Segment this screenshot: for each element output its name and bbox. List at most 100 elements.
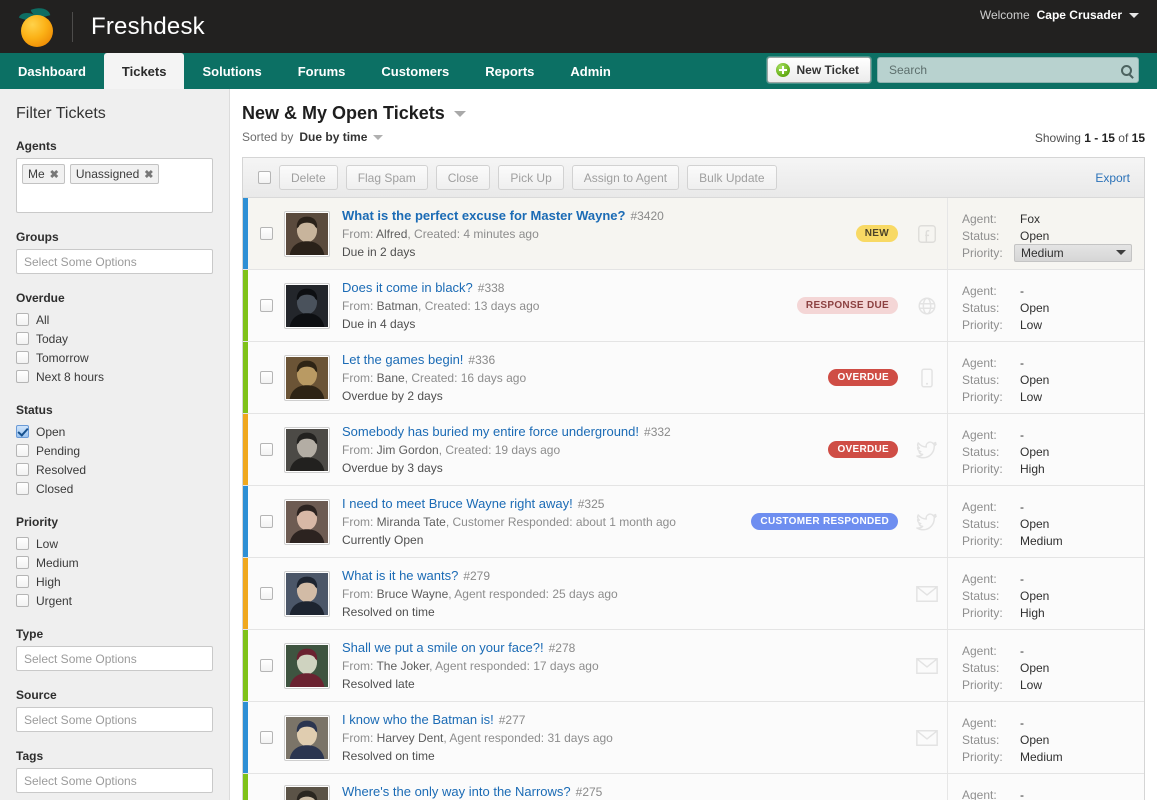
delete-button[interactable]: Delete <box>279 165 338 190</box>
checkbox-icon[interactable] <box>260 587 273 600</box>
table-row[interactable]: What is it he wants?#279From: Bruce Wayn… <box>243 558 1144 630</box>
checkbox-icon[interactable] <box>16 463 29 476</box>
nav-item-customers[interactable]: Customers <box>363 53 467 89</box>
agents-token-input[interactable]: Me ✖ Unassigned ✖ <box>16 158 213 213</box>
row-checkbox-cell[interactable] <box>248 342 284 413</box>
bulk-update-button[interactable]: Bulk Update <box>687 165 776 190</box>
status-option-resolved[interactable]: Resolved <box>16 460 213 479</box>
row-checkbox-cell[interactable] <box>248 702 284 773</box>
nav-item-forums[interactable]: Forums <box>280 53 364 89</box>
source-select[interactable]: Select Some Options <box>16 707 213 732</box>
checkbox-icon[interactable] <box>16 556 29 569</box>
type-select[interactable]: Select Some Options <box>16 646 213 671</box>
table-row[interactable]: Let the games begin!#336From: Bane, Crea… <box>243 342 1144 414</box>
status-option-pending[interactable]: Pending <box>16 441 213 460</box>
priority-option-high[interactable]: High <box>16 572 213 591</box>
pick-up-button[interactable]: Pick Up <box>498 165 563 190</box>
status-option-closed[interactable]: Closed <box>16 479 213 498</box>
overdue-option-next-8-hours[interactable]: Next 8 hours <box>16 367 213 386</box>
priority-option-urgent[interactable]: Urgent <box>16 591 213 610</box>
chevron-down-icon[interactable] <box>1129 13 1139 18</box>
nav-item-tickets[interactable]: Tickets <box>104 53 185 89</box>
chevron-down-icon[interactable] <box>373 135 383 140</box>
checkbox-icon[interactable] <box>16 482 29 495</box>
ticket-subject-link[interactable]: Somebody has buried my entire force unde… <box>342 424 639 439</box>
checkbox-icon[interactable] <box>16 444 29 457</box>
search-box[interactable] <box>877 57 1139 83</box>
checkbox-icon[interactable] <box>16 370 29 383</box>
flag-spam-button[interactable]: Flag Spam <box>346 165 428 190</box>
ticket-subject-link[interactable]: What is it he wants? <box>342 568 458 583</box>
new-ticket-button[interactable]: New Ticket <box>767 57 871 83</box>
checkbox-icon[interactable] <box>16 537 29 550</box>
checkbox-icon[interactable] <box>16 351 29 364</box>
search-icon[interactable] <box>1121 65 1132 76</box>
select-all-checkbox[interactable] <box>258 171 271 184</box>
table-row[interactable]: Where's the only way into the Narrows?#2… <box>243 774 1144 800</box>
overdue-option-tomorrow[interactable]: Tomorrow <box>16 348 213 367</box>
checkbox-icon[interactable] <box>260 659 273 672</box>
checkbox-icon[interactable] <box>260 227 273 240</box>
checkbox-icon[interactable] <box>16 575 29 588</box>
tags-select[interactable]: Select Some Options <box>16 768 213 793</box>
ticket-subject-link[interactable]: Shall we put a smile on your face?! <box>342 640 544 655</box>
checkbox-icon[interactable] <box>260 299 273 312</box>
overdue-option-today[interactable]: Today <box>16 329 213 348</box>
priority-dropdown[interactable]: Medium <box>1014 244 1132 262</box>
checkbox-icon[interactable] <box>260 731 273 744</box>
showing-total: 15 <box>1132 131 1145 145</box>
nav-item-dashboard[interactable]: Dashboard <box>0 53 104 89</box>
checkbox-icon[interactable] <box>16 313 29 326</box>
row-checkbox-cell[interactable] <box>248 630 284 701</box>
status-option-open[interactable]: Open <box>16 422 213 441</box>
row-checkbox-cell[interactable] <box>248 774 284 800</box>
checkbox-icon[interactable] <box>16 594 29 607</box>
row-checkbox-cell[interactable] <box>248 558 284 629</box>
logo-area[interactable]: Freshdesk <box>0 6 205 48</box>
ticket-subject-link[interactable]: Does it come in black? <box>342 280 473 295</box>
ticket-subject-link[interactable]: I need to meet Bruce Wayne right away! <box>342 496 573 511</box>
nav-item-admin[interactable]: Admin <box>552 53 628 89</box>
table-row[interactable]: Somebody has buried my entire force unde… <box>243 414 1144 486</box>
sort-control[interactable]: Sorted by Due by time <box>242 130 1035 144</box>
row-checkbox-cell[interactable] <box>248 198 284 269</box>
checkbox-icon[interactable] <box>260 371 273 384</box>
table-row[interactable]: Shall we put a smile on your face?!#278F… <box>243 630 1144 702</box>
assign-to-agent-button[interactable]: Assign to Agent <box>572 165 679 190</box>
agent-token-me[interactable]: Me ✖ <box>22 164 65 184</box>
row-checkbox-cell[interactable] <box>248 486 284 557</box>
ticket-subject-link[interactable]: Let the games begin! <box>342 352 463 367</box>
nav-item-reports[interactable]: Reports <box>467 53 552 89</box>
user-menu[interactable]: Welcome Cape Crusader <box>980 8 1139 22</box>
close-icon[interactable]: ✖ <box>50 168 59 181</box>
ticket-subject-link[interactable]: What is the perfect excuse for Master Wa… <box>342 208 625 223</box>
export-link[interactable]: Export <box>1095 171 1130 185</box>
chevron-down-icon[interactable] <box>454 111 466 117</box>
ticket-due-text: Resolved on time <box>342 749 698 763</box>
checkbox-icon[interactable] <box>260 515 273 528</box>
close-button[interactable]: Close <box>436 165 491 190</box>
table-row[interactable]: What is the perfect excuse for Master Wa… <box>243 198 1144 270</box>
table-row[interactable]: Does it come in black?#338From: Batman, … <box>243 270 1144 342</box>
row-checkbox-cell[interactable] <box>248 414 284 485</box>
status-line: Status:Open <box>962 443 1134 460</box>
nav-item-solutions[interactable]: Solutions <box>184 53 279 89</box>
overdue-option-all[interactable]: All <box>16 310 213 329</box>
checkbox-icon[interactable] <box>16 425 29 438</box>
close-icon[interactable]: ✖ <box>144 168 153 181</box>
priority-option-low[interactable]: Low <box>16 534 213 553</box>
ticket-subject-link[interactable]: I know who the Batman is! <box>342 712 494 727</box>
ticket-view-selector[interactable]: New & My Open Tickets <box>242 103 1035 124</box>
priority-option-medium[interactable]: Medium <box>16 553 213 572</box>
row-checkbox-cell[interactable] <box>248 270 284 341</box>
checkbox-icon[interactable] <box>260 443 273 456</box>
groups-select[interactable]: Select Some Options <box>16 249 213 274</box>
priority-line: Priority:Low <box>962 676 1134 693</box>
chevron-down-icon[interactable] <box>1116 250 1126 255</box>
checkbox-icon[interactable] <box>16 332 29 345</box>
agent-token-unassigned[interactable]: Unassigned ✖ <box>70 164 160 184</box>
ticket-subject-link[interactable]: Where's the only way into the Narrows? <box>342 784 571 799</box>
table-row[interactable]: I need to meet Bruce Wayne right away!#3… <box>243 486 1144 558</box>
table-row[interactable]: I know who the Batman is!#277From: Harve… <box>243 702 1144 774</box>
search-input[interactable] <box>887 62 1121 78</box>
